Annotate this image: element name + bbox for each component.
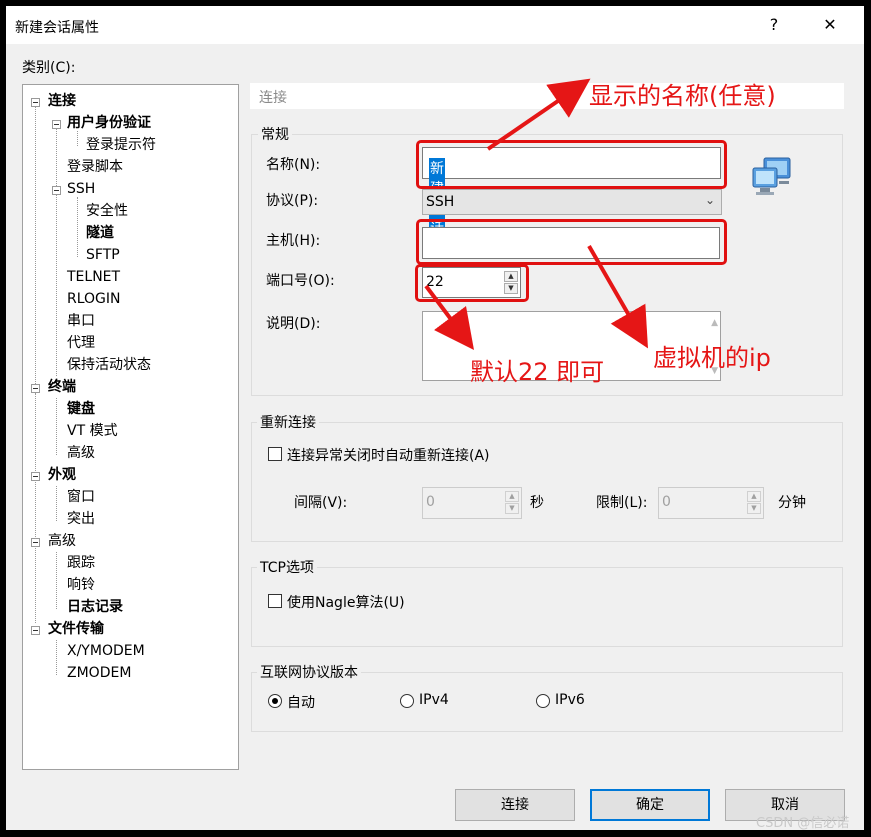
- host-annotation: 虚拟机的ip: [653, 344, 771, 372]
- port-annotation: 默认22 即可: [470, 358, 605, 386]
- arrow-to-port-note: [424, 284, 474, 350]
- annotation-arrows: [424, 78, 648, 350]
- arrow-to-name-note: [486, 78, 591, 151]
- name-annotation: 显示的名称(任意): [589, 82, 776, 110]
- arrow-to-host-note: [587, 245, 648, 349]
